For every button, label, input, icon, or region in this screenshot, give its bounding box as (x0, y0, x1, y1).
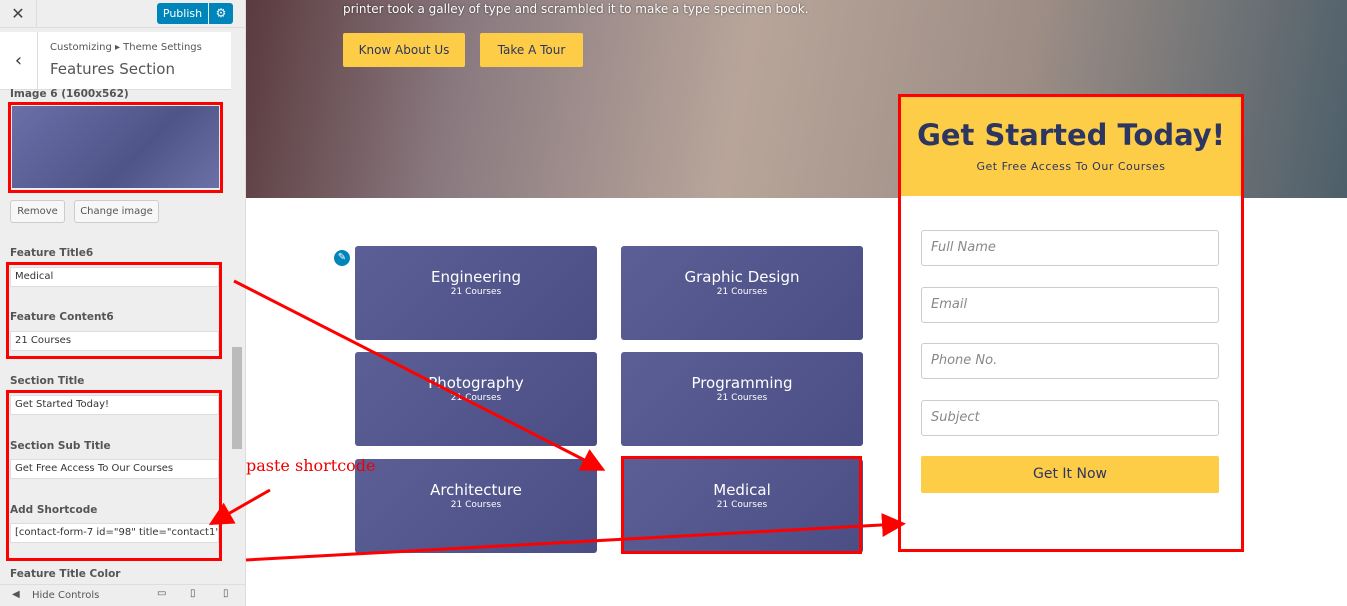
feature-title: Graphic Design (684, 268, 800, 286)
change-image-button[interactable]: Change image (74, 200, 159, 223)
customizer-topbar: ✕ Publish ⚙ (0, 0, 245, 28)
back-icon[interactable]: ‹ (0, 32, 38, 90)
page-title: Features Section (50, 60, 175, 78)
highlight-box (8, 102, 223, 193)
feature-card-graphic-design[interactable]: Graphic Design 21 Courses (621, 246, 863, 340)
scrollbar-thumb[interactable] (232, 347, 242, 449)
feature-card-architecture[interactable]: Architecture 21 Courses (355, 459, 597, 553)
feature-card-photography[interactable]: Photography 21 Courses (355, 352, 597, 446)
feature-sub: 21 Courses (450, 287, 502, 297)
hide-controls-button[interactable]: Hide Controls (32, 590, 99, 601)
feature-card-engineering[interactable]: Engineering 21 Courses (355, 246, 597, 340)
hero-text: printer took a galley of type and scramb… (343, 2, 809, 16)
feature-sub: 21 Courses (716, 393, 768, 403)
highlight-box (898, 94, 1244, 552)
tablet-preview-icon[interactable]: ▯ (190, 588, 196, 599)
highlight-box (6, 390, 222, 561)
feature-sub: 21 Courses (716, 287, 768, 297)
hide-controls-icon[interactable]: ◀ (12, 589, 20, 600)
feature-sub: 21 Courses (450, 393, 502, 403)
mobile-preview-icon[interactable]: ▯ (223, 588, 229, 599)
scrollbar[interactable] (231, 32, 245, 584)
take-a-tour-button[interactable]: Take A Tour (480, 33, 583, 67)
feature-title: Programming (691, 374, 793, 392)
customizer-footer: ◀ Hide Controls ▭ ▯ ▯ (0, 584, 246, 606)
feature-title: Engineering (431, 268, 521, 286)
section-header: ‹ Customizing ▸ Theme Settings Features … (0, 32, 231, 90)
breadcrumb: Customizing ▸ Theme Settings (50, 42, 202, 53)
image-label: Image 6 (1600x562) (10, 88, 129, 100)
close-icon[interactable]: ✕ (0, 0, 37, 28)
know-about-us-button[interactable]: Know About Us (343, 33, 465, 67)
feature-title-color-label: Feature Title Color (10, 568, 121, 580)
remove-button[interactable]: Remove (10, 200, 65, 223)
highlight-box (6, 262, 222, 359)
feature-title-label: Feature Title6 (10, 247, 94, 259)
desktop-preview-icon[interactable]: ▭ (157, 588, 166, 599)
edit-pencil-icon[interactable]: ✎ (332, 248, 352, 268)
site-preview: printer took a galley of type and scramb… (246, 0, 1347, 606)
feature-card-programming[interactable]: Programming 21 Courses (621, 352, 863, 446)
feature-title: Photography (428, 374, 524, 392)
annotation-text: paste shortcode (246, 456, 376, 475)
gear-icon[interactable]: ⚙ (209, 3, 233, 24)
highlight-box (621, 456, 862, 554)
section-title-label: Section Title (10, 375, 85, 387)
feature-title: Architecture (430, 481, 522, 499)
feature-sub: 21 Courses (450, 500, 502, 510)
publish-button[interactable]: Publish (157, 3, 208, 24)
customizer-sidebar: ✕ Publish ⚙ ‹ Customizing ▸ Theme Settin… (0, 0, 246, 606)
